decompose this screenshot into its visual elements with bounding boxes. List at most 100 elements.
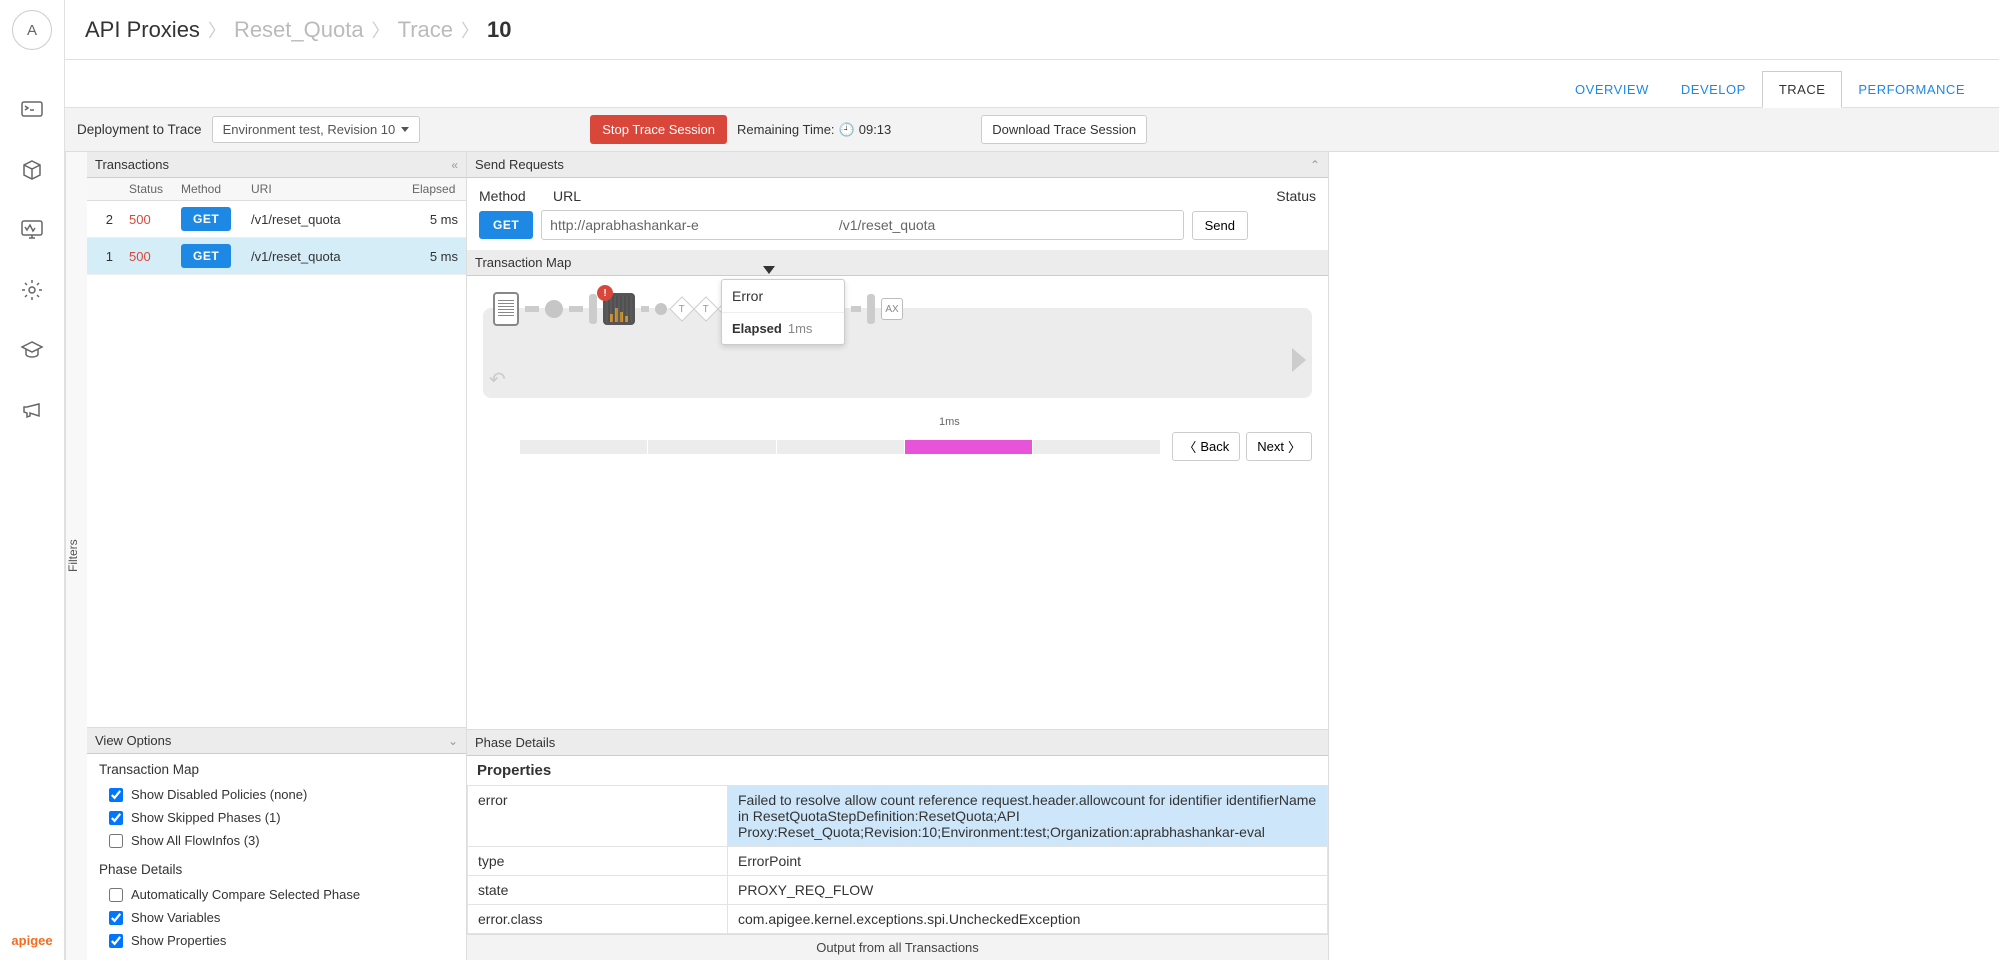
tooltip-val: 1ms	[788, 321, 813, 336]
prop-key: error.class	[468, 905, 728, 934]
tab-performance[interactable]: PERFORMANCE	[1842, 72, 1981, 107]
vo-section-phase: Phase Details	[99, 862, 454, 877]
flow-pipe[interactable]	[589, 294, 597, 324]
method-badge: GET	[181, 207, 231, 231]
caret-down-icon	[763, 266, 775, 274]
collapse-left-icon[interactable]: «	[451, 158, 458, 172]
checkbox[interactable]	[109, 834, 123, 848]
checkbox[interactable]	[109, 788, 123, 802]
transaction-map-title: Transaction Map	[475, 255, 571, 270]
right-blank-area	[1329, 152, 1999, 960]
opt-auto-compare[interactable]: Automatically Compare Selected Phase	[99, 883, 454, 906]
checkbox[interactable]	[109, 911, 123, 925]
next-button[interactable]: Next 〉	[1246, 432, 1312, 461]
condition-icon[interactable]: T	[669, 296, 694, 321]
expand-icon[interactable]: ⌃	[1310, 158, 1320, 172]
avatar[interactable]: A	[12, 10, 52, 50]
opt-skipped-phases[interactable]: Show Skipped Phases (1)	[99, 806, 454, 829]
back-button[interactable]: 〈Back	[1172, 432, 1240, 461]
opt-all-flowinfos[interactable]: Show All FlowInfos (3)	[99, 829, 454, 852]
chevron-right-icon: 〉	[461, 17, 479, 43]
row-uri: /v1/reset_quota	[243, 238, 404, 275]
method-selector[interactable]: GET	[479, 211, 533, 239]
properties-title: Properties	[467, 756, 1328, 785]
col-elapsed: Elapsed	[404, 178, 466, 201]
chevron-right-icon: 〉	[1288, 437, 1301, 456]
return-arrow-icon: ↶	[489, 367, 506, 392]
client-device-icon[interactable]	[493, 292, 519, 326]
forward-arrow-icon	[1292, 348, 1306, 372]
timeline-label: 1ms	[939, 416, 960, 428]
condition-icon[interactable]: T	[693, 296, 718, 321]
clock-icon: 🕘	[839, 122, 855, 138]
filters-tab[interactable]: Filters	[65, 152, 87, 960]
environment-selector[interactable]: Environment test, Revision 10	[212, 116, 421, 143]
table-row[interactable]: 2 500 GET /v1/reset_quota 5 ms	[87, 201, 466, 238]
row-elapsed: 5 ms	[404, 201, 466, 238]
output-bar[interactable]: Output from all Transactions	[467, 934, 1328, 960]
opt-label: Show Variables	[131, 910, 220, 925]
phase-details-title: Phase Details	[475, 735, 555, 750]
crumb-trace[interactable]: Trace	[398, 17, 453, 43]
timeline[interactable]	[519, 440, 1160, 454]
tab-overview[interactable]: OVERVIEW	[1559, 72, 1665, 107]
checkbox[interactable]	[109, 934, 123, 948]
stop-trace-button[interactable]: Stop Trace Session	[590, 115, 727, 144]
tab-develop[interactable]: DEVELOP	[1665, 72, 1762, 107]
collapse-down-icon[interactable]: ⌄	[448, 734, 458, 748]
url-suffix: /v1/reset_quota	[839, 217, 936, 233]
error-badge-icon: !	[597, 285, 613, 301]
opt-disabled-policies[interactable]: Show Disabled Policies (none)	[99, 783, 454, 806]
opt-show-properties[interactable]: Show Properties	[99, 929, 454, 952]
table-row[interactable]: 1 500 GET /v1/reset_quota 5 ms	[87, 238, 466, 275]
brand-logo: apigee	[11, 933, 52, 948]
terminal-icon[interactable]	[20, 98, 44, 122]
gear-icon[interactable]	[20, 278, 44, 302]
prop-key: error	[468, 786, 728, 847]
next-label: Next	[1257, 439, 1284, 454]
prop-key: state	[468, 876, 728, 905]
flow-pipe[interactable]	[867, 294, 875, 324]
crumb-api-proxies[interactable]: API Proxies	[85, 17, 200, 43]
status-col-label: Status	[1276, 188, 1316, 204]
row-index: 1	[87, 238, 121, 275]
prop-value: PROXY_REQ_FLOW	[728, 876, 1328, 905]
opt-show-variables[interactable]: Show Variables	[99, 906, 454, 929]
phase-details-header: Phase Details	[467, 730, 1328, 756]
checkbox[interactable]	[109, 888, 123, 902]
transactions-header: Transactions «	[87, 152, 466, 178]
flow-dot[interactable]	[655, 303, 667, 315]
megaphone-icon[interactable]	[20, 398, 44, 422]
table-row: state PROXY_REQ_FLOW	[468, 876, 1328, 905]
crumb-proxy[interactable]: Reset_Quota	[234, 17, 364, 43]
monitor-icon[interactable]	[20, 218, 44, 242]
url-input[interactable]: http://aprabhashankar-e hidden /v1/reset…	[541, 210, 1183, 240]
tooltip-key: Elapsed	[732, 321, 782, 336]
tabs: OVERVIEW DEVELOP TRACE PERFORMANCE	[65, 60, 1999, 108]
box-icon[interactable]	[20, 158, 44, 182]
tab-trace[interactable]: TRACE	[1762, 71, 1843, 108]
download-trace-button[interactable]: Download Trace Session	[981, 115, 1147, 144]
row-status: 500	[121, 201, 173, 238]
send-requests-title: Send Requests	[475, 157, 564, 172]
graduation-icon[interactable]	[20, 338, 44, 362]
col-method: Method	[173, 178, 243, 201]
view-options-header: View Options ⌄	[87, 728, 466, 754]
deployment-label: Deployment to Trace	[77, 122, 202, 137]
prop-key: type	[468, 847, 728, 876]
quota-policy-icon[interactable]: !	[603, 293, 635, 325]
chevron-right-icon: 〉	[372, 17, 390, 43]
send-requests-header: Send Requests ⌃	[467, 152, 1328, 178]
breadcrumb: API Proxies 〉 Reset_Quota 〉 Trace 〉 10	[65, 0, 1999, 60]
opt-label: Automatically Compare Selected Phase	[131, 887, 360, 902]
checkbox[interactable]	[109, 811, 123, 825]
error-tooltip: Error Elapsed 1ms	[721, 279, 845, 345]
environment-label: Environment test, Revision 10	[223, 122, 396, 137]
table-row: error.class com.apigee.kernel.exceptions…	[468, 905, 1328, 934]
flow-track: ↶ !	[483, 308, 1312, 398]
crumb-revision: 10	[487, 17, 511, 43]
flow-dot[interactable]	[545, 300, 563, 318]
send-button[interactable]: Send	[1192, 211, 1248, 240]
col-status: Status	[121, 178, 173, 201]
analytics-icon[interactable]: AX	[881, 298, 903, 320]
